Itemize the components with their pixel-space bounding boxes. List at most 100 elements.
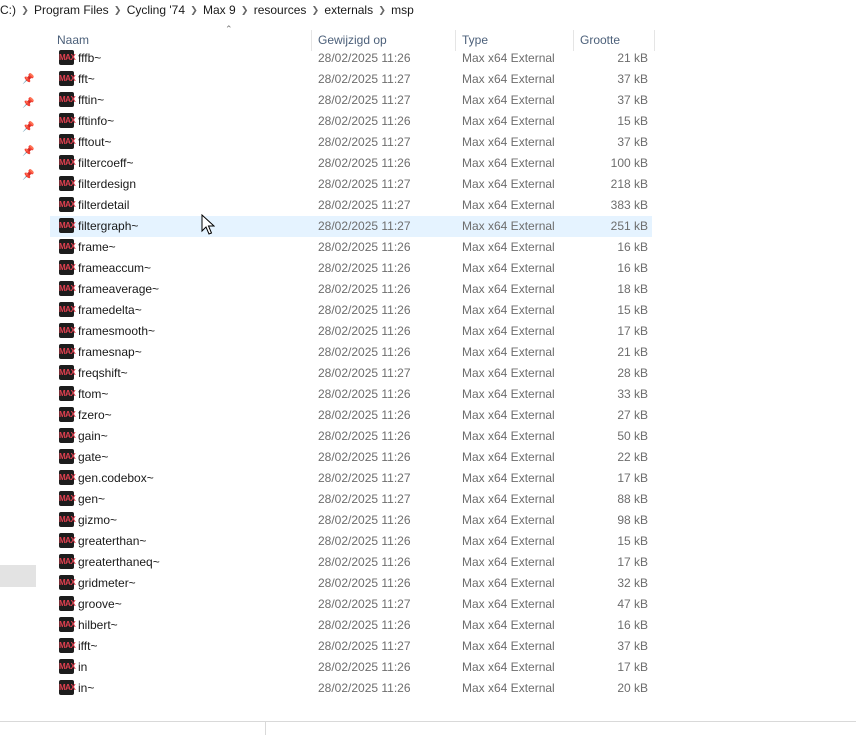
file-size: 18 kB [617,282,648,296]
file-row[interactable]: MAX gain~ 28/02/2025 11:26 Max x64 External… [50,426,652,447]
breadcrumb[interactable]: C:) ❯ Program Files ❯ Cycling '74 ❯ Max 9 ❯ reso… [0,0,856,20]
navigation-pane[interactable]: 📌 📌 📌 📌 📌 [0,26,37,721]
chevron-right-icon[interactable]: ❯ [16,5,34,16]
file-row[interactable]: MAX gizmo~ 28/02/2025 11:26 Max x64 Externa… [50,510,652,531]
file-row[interactable]: MAX in~ 28/02/2025 11:26 Max x64 External 20… [50,678,652,699]
max-external-icon: MAX [59,659,76,674]
file-size: 88 kB [617,492,648,506]
pin-icon[interactable]: 📌 [22,74,34,86]
file-row[interactable]: MAX in 28/02/2025 11:26 Max x64 External 17 … [50,657,652,678]
file-name: ftom~ [78,387,109,401]
file-type: Max x64 External [462,135,555,149]
file-row[interactable]: MAX fftout~ 28/02/2025 11:27 Max x64 Extern… [50,132,652,153]
file-name: frame~ [78,240,116,254]
pin-icon[interactable]: 📌 [22,146,34,158]
max-external-icon: MAX [59,155,76,170]
max-external-icon: MAX [59,680,76,695]
file-size: 21 kB [617,51,648,65]
max-external-icon: MAX [59,491,76,506]
file-name: greaterthaneq~ [78,555,160,569]
file-date: 28/02/2025 11:26 [318,660,411,674]
file-type: Max x64 External [462,198,555,212]
file-size: 98 kB [617,513,648,527]
pin-icon[interactable]: 📌 [22,98,34,110]
file-type: Max x64 External [462,408,555,422]
max-external-icon: MAX [59,197,76,212]
chevron-right-icon[interactable]: ❯ [185,5,203,16]
file-row[interactable]: MAX fffb~ 28/02/2025 11:26 Max x64 External… [50,48,652,69]
file-row[interactable]: MAX gen~ 28/02/2025 11:27 Max x64 External 8… [50,489,652,510]
max-external-icon: MAX [59,449,76,464]
file-row[interactable]: MAX framedelta~ 28/02/2025 11:26 Max x64 Ex… [50,300,652,321]
chevron-right-icon[interactable]: ❯ [306,5,324,16]
breadcrumb-item[interactable]: externals [324,3,373,17]
file-row[interactable]: MAX freqshift~ 28/02/2025 11:27 Max x64 Ext… [50,363,652,384]
breadcrumb-item[interactable]: msp [391,3,414,17]
file-row[interactable]: MAX framesnap~ 28/02/2025 11:26 Max x64 Ext… [50,342,652,363]
file-type: Max x64 External [462,660,555,674]
file-type: Max x64 External [462,681,555,695]
file-row[interactable]: MAX hilbert~ 28/02/2025 11:26 Max x64 Exter… [50,615,652,636]
file-row[interactable]: MAX framesmooth~ 28/02/2025 11:26 Max x64 E… [50,321,652,342]
file-date: 28/02/2025 11:26 [318,450,411,464]
file-row[interactable]: MAX gridmeter~ 28/02/2025 11:26 Max x64 Ext… [50,573,652,594]
breadcrumb-item[interactable]: Max 9 [203,3,236,17]
breadcrumb-item[interactable]: resources [254,3,307,17]
file-type: Max x64 External [462,576,555,590]
file-name: fftout~ [78,135,112,149]
file-row[interactable]: MAX ftom~ 28/02/2025 11:26 Max x64 External… [50,384,652,405]
breadcrumb-item[interactable]: C:) [0,3,16,17]
file-row[interactable]: MAX frameaverage~ 28/02/2025 11:26 Max x64 … [50,279,652,300]
breadcrumb-item[interactable]: Program Files [34,3,109,17]
file-row[interactable]: MAX fftin~ 28/02/2025 11:27 Max x64 Externa… [50,90,652,111]
file-date: 28/02/2025 11:26 [318,156,411,170]
file-row[interactable]: MAX fftinfo~ 28/02/2025 11:26 Max x64 Exter… [50,111,652,132]
file-date: 28/02/2025 11:26 [318,282,411,296]
chevron-right-icon[interactable]: ❯ [373,5,391,16]
file-row[interactable]: MAX fzero~ 28/02/2025 11:26 Max x64 Externa… [50,405,652,426]
file-row[interactable]: MAX filtergraph~ 28/02/2025 11:27 Max x64 E… [50,216,652,237]
file-row[interactable]: MAX filterdesign 28/02/2025 11:27 Max x64 E… [50,174,652,195]
max-external-icon: MAX [59,218,76,233]
file-row[interactable]: MAX frameaccum~ 28/02/2025 11:26 Max x64 Ex… [50,258,652,279]
file-type: Max x64 External [462,324,555,338]
file-date: 28/02/2025 11:26 [318,534,411,548]
file-row[interactable]: MAX filtercoeff~ 28/02/2025 11:26 Max x64 E… [50,153,652,174]
column-divider[interactable] [654,30,655,51]
file-date: 28/02/2025 11:27 [318,639,411,653]
file-date: 28/02/2025 11:27 [318,219,411,233]
file-date: 28/02/2025 11:27 [318,597,411,611]
file-size: 251 kB [610,219,648,233]
file-row[interactable]: MAX fft~ 28/02/2025 11:27 Max x64 External 3… [50,69,652,90]
chevron-right-icon[interactable]: ❯ [109,5,127,16]
file-name: gain~ [78,429,108,443]
mouse-cursor-icon [201,214,215,235]
file-type: Max x64 External [462,471,555,485]
file-date: 28/02/2025 11:27 [318,135,411,149]
file-row[interactable]: MAX filterdetail 28/02/2025 11:27 Max x64 E… [50,195,652,216]
pin-icon[interactable]: 📌 [22,122,34,134]
file-type: Max x64 External [462,555,555,569]
pin-icon[interactable]: 📌 [22,170,34,182]
file-date: 28/02/2025 11:27 [318,93,411,107]
file-row[interactable]: MAX ifft~ 28/02/2025 11:27 Max x64 External… [50,636,652,657]
file-name: gizmo~ [78,513,118,527]
max-external-icon: MAX [59,92,76,107]
breadcrumb-item[interactable]: Cycling '74 [127,3,185,17]
nav-item-selected[interactable] [0,565,36,587]
chevron-right-icon[interactable]: ❯ [236,5,254,16]
file-row[interactable]: MAX gen.codebox~ 28/02/2025 11:27 Max x64 E… [50,468,652,489]
file-row[interactable]: MAX greaterthan~ 28/02/2025 11:26 Max x64 E… [50,531,652,552]
file-name: gen.codebox~ [78,471,154,485]
file-row[interactable]: MAX frame~ 28/02/2025 11:26 Max x64 Externa… [50,237,652,258]
file-row[interactable]: MAX greaterthaneq~ 28/02/2025 11:26 Max x64… [50,552,652,573]
file-name: freqshift~ [78,366,128,380]
file-date: 28/02/2025 11:26 [318,513,411,527]
file-name: in [78,660,88,674]
file-size: 21 kB [617,345,648,359]
file-date: 28/02/2025 11:26 [318,303,411,317]
max-external-icon: MAX [59,428,76,443]
file-row[interactable]: MAX groove~ 28/02/2025 11:27 Max x64 Extern… [50,594,652,615]
file-type: Max x64 External [462,639,555,653]
file-row[interactable]: MAX gate~ 28/02/2025 11:26 Max x64 External… [50,447,652,468]
